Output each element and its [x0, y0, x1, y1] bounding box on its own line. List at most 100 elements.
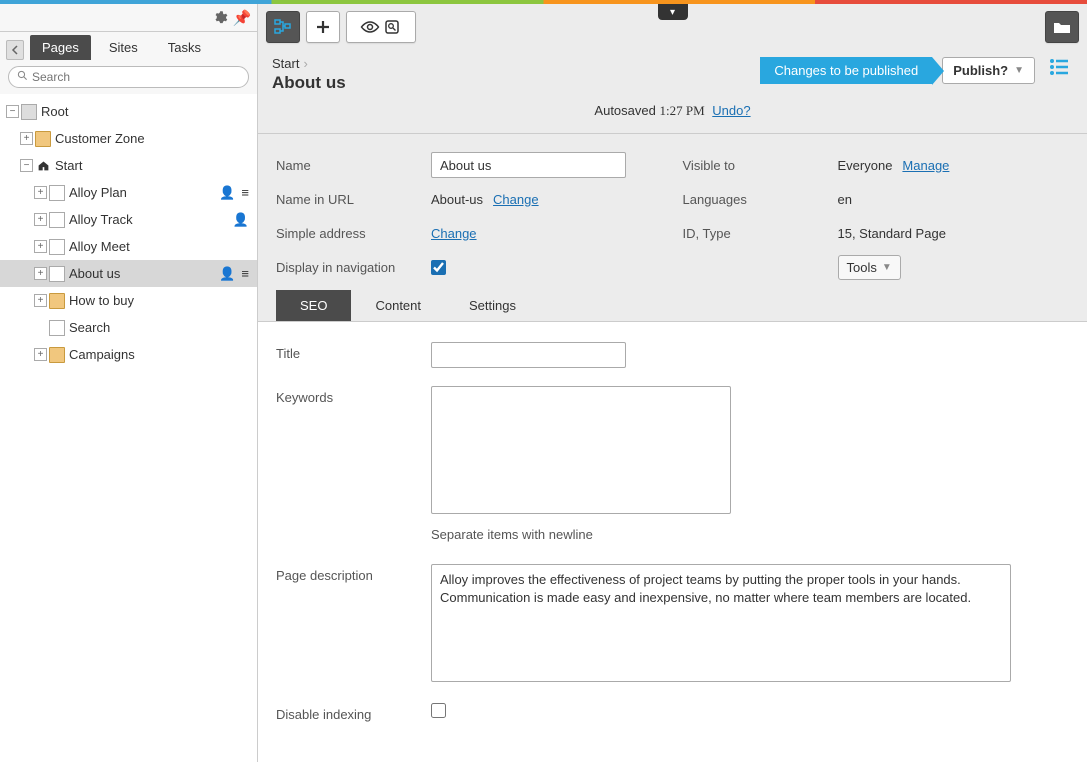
expand-toggle[interactable]: [20, 159, 33, 172]
page-description-label: Page description: [276, 564, 431, 685]
tree-how-to-buy[interactable]: How to buy: [0, 287, 257, 314]
tab-content[interactable]: Content: [351, 290, 445, 321]
left-panel: 📌 Pages Sites Tasks Root: [0, 4, 258, 762]
collapse-tabs-button[interactable]: [6, 40, 24, 60]
search-icon: [17, 70, 28, 84]
main-panel: ▾ Start › About us: [258, 4, 1087, 762]
tree-label: Customer Zone: [55, 131, 145, 146]
folder-icon: [35, 131, 51, 147]
expand-toggle[interactable]: [34, 348, 47, 361]
expand-toggle[interactable]: [34, 213, 47, 226]
preview-search-button[interactable]: [346, 11, 416, 43]
tree-alloy-meet[interactable]: Alloy Meet: [0, 233, 257, 260]
publish-label: Publish?: [953, 63, 1008, 78]
folder-icon: [49, 293, 65, 309]
seo-description-textarea[interactable]: [431, 564, 1011, 682]
tab-pages[interactable]: Pages: [30, 35, 91, 60]
id-type-value: 15, Standard Page: [838, 226, 946, 241]
top-drawer-handle[interactable]: ▾: [658, 4, 688, 20]
publish-controls: Changes to be published Publish? ▼: [760, 56, 1073, 84]
page-title: About us: [272, 73, 760, 93]
chevron-down-icon: ▼: [1014, 65, 1024, 76]
seo-tab-content: Title Keywords Separate items with newli…: [258, 322, 1087, 762]
languages-value: en: [838, 192, 852, 207]
page-icon: [49, 212, 65, 228]
tree-view-button[interactable]: [266, 11, 300, 43]
pin-icon[interactable]: 📌: [231, 7, 253, 29]
tab-tasks[interactable]: Tasks: [156, 35, 213, 60]
tree-alloy-track[interactable]: Alloy Track 👤: [0, 206, 257, 233]
manage-link[interactable]: Manage: [902, 158, 949, 173]
tree-search-box[interactable]: [8, 66, 249, 88]
undo-link[interactable]: Undo?: [712, 103, 750, 118]
assets-folder-button[interactable]: [1045, 11, 1079, 43]
tree-label: How to buy: [69, 293, 134, 308]
autosave-time: 1:27 PM: [659, 103, 704, 118]
menu-icon[interactable]: ≡: [241, 185, 249, 201]
tree-label: Search: [69, 320, 110, 335]
id-type-label: ID, Type: [683, 226, 838, 241]
add-button[interactable]: [306, 11, 340, 43]
page-icon: [49, 320, 65, 336]
tree-label: Start: [55, 158, 82, 173]
tree-campaigns[interactable]: Campaigns: [0, 341, 257, 368]
tree-label: Campaigns: [69, 347, 135, 362]
expand-toggle[interactable]: [34, 267, 47, 280]
chevron-right-icon: ›: [303, 56, 307, 71]
page-tree: Root Customer Zone Start Alloy Pl: [0, 94, 257, 762]
autosave-prefix: Autosaved: [594, 103, 655, 118]
tab-settings[interactable]: Settings: [445, 290, 540, 321]
seo-keywords-textarea[interactable]: [431, 386, 731, 514]
menu-icon[interactable]: ≡: [241, 266, 249, 282]
tree-alloy-plan[interactable]: Alloy Plan 👤 ≡: [0, 179, 257, 206]
simple-address-label: Simple address: [276, 226, 431, 241]
folder-icon: [49, 347, 65, 363]
display-navigation-checkbox[interactable]: [431, 260, 446, 275]
tree-customer-zone[interactable]: Customer Zone: [0, 125, 257, 152]
gear-icon[interactable]: [209, 7, 231, 29]
user-icon[interactable]: 👤: [233, 212, 249, 228]
expand-toggle[interactable]: [6, 105, 19, 118]
publish-button[interactable]: Publish? ▼: [942, 57, 1035, 84]
expand-toggle[interactable]: [34, 186, 47, 199]
breadcrumb: Start ›: [272, 56, 760, 71]
simple-address-change-link[interactable]: Change: [431, 226, 477, 241]
expand-toggle[interactable]: [34, 240, 47, 253]
chevron-down-icon: ▼: [882, 262, 892, 273]
expand-toggle[interactable]: [20, 132, 33, 145]
visible-to-value: Everyone: [838, 158, 893, 173]
options-list-button[interactable]: [1045, 56, 1073, 84]
disable-indexing-checkbox[interactable]: [431, 703, 446, 718]
changes-status-badge: Changes to be published: [760, 57, 932, 84]
name-input[interactable]: [431, 152, 626, 178]
page-icon: [49, 239, 65, 255]
expand-toggle[interactable]: [34, 294, 47, 307]
languages-label: Languages: [683, 192, 838, 207]
seo-title-input[interactable]: [431, 342, 626, 368]
properties-area: Name Name in URL About-us Change Simple …: [258, 134, 1087, 322]
visible-to-label: Visible to: [683, 158, 838, 173]
user-icon[interactable]: 👤: [219, 266, 235, 282]
user-icon[interactable]: 👤: [219, 185, 235, 201]
tree-label: Root: [41, 104, 68, 119]
page-icon: [49, 185, 65, 201]
page-icon: [49, 266, 65, 282]
tools-dropdown[interactable]: Tools ▼: [838, 255, 901, 280]
name-in-url-change-link[interactable]: Change: [493, 192, 539, 207]
tree-search-input[interactable]: [32, 70, 240, 84]
name-label: Name: [276, 158, 431, 173]
keywords-label: Keywords: [276, 386, 431, 546]
left-panel-header: 📌: [0, 4, 257, 32]
tree-label: Alloy Plan: [69, 185, 127, 200]
tree-start[interactable]: Start: [0, 152, 257, 179]
tree-about-us[interactable]: About us 👤 ≡: [0, 260, 257, 287]
tree-search-row: [0, 60, 257, 94]
tree-label: About us: [69, 266, 120, 281]
tree-label: Alloy Meet: [69, 239, 130, 254]
tab-seo[interactable]: SEO: [276, 290, 351, 321]
breadcrumb-parent[interactable]: Start: [272, 56, 299, 71]
tree-root[interactable]: Root: [0, 98, 257, 125]
page-header: Start › About us Changes to be published…: [258, 50, 1087, 93]
tree-search-page[interactable]: Search: [0, 314, 257, 341]
tab-sites[interactable]: Sites: [97, 35, 150, 60]
